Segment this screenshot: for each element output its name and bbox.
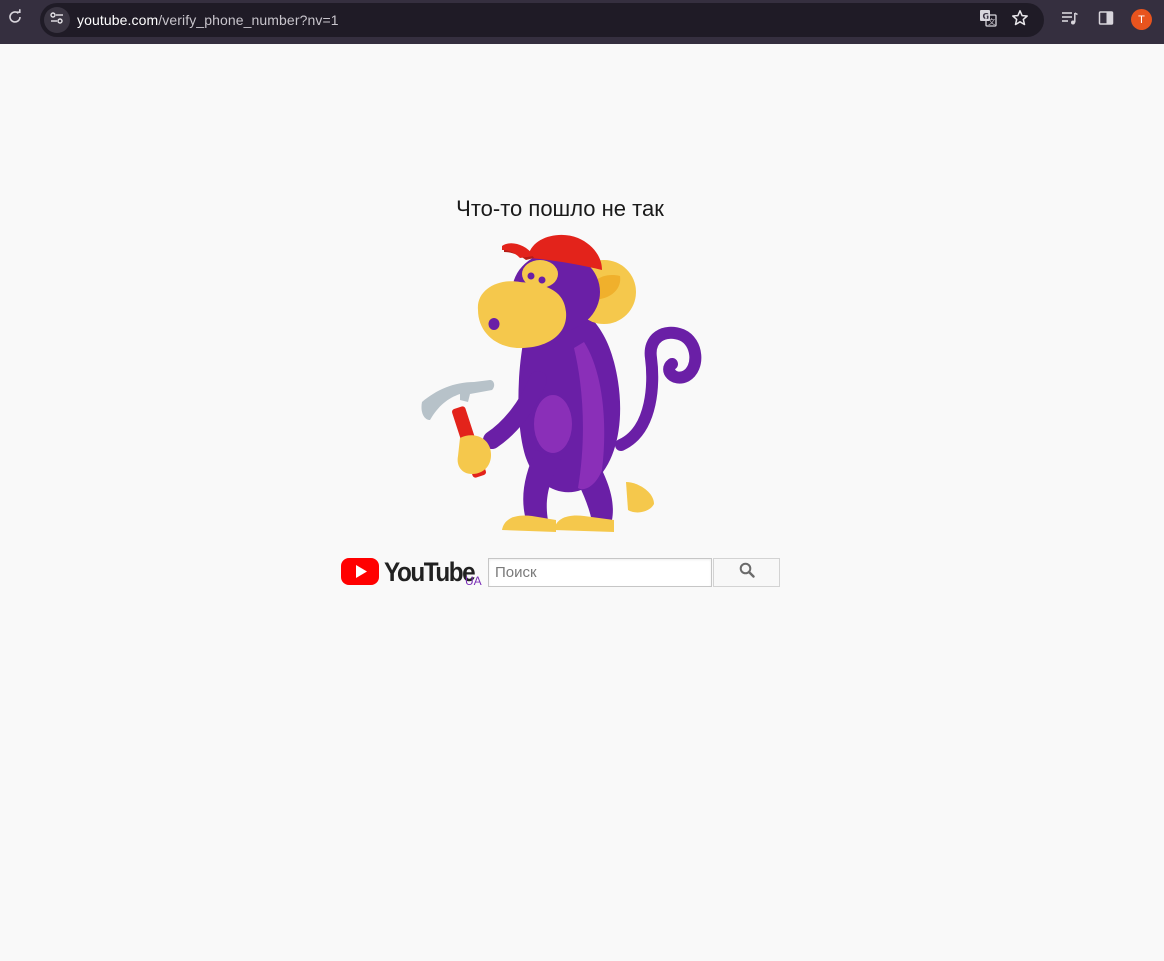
translate-button[interactable]: G 文 — [977, 9, 999, 31]
translate-icon: G 文 — [979, 9, 997, 32]
bookmark-star-icon — [1011, 9, 1029, 32]
youtube-wordmark: YouTube — [384, 557, 476, 587]
profile-avatar[interactable]: T — [1131, 9, 1152, 30]
youtube-play-icon — [340, 556, 380, 591]
side-panel-button[interactable] — [1095, 9, 1117, 31]
media-control-icon — [1061, 10, 1079, 31]
search-input[interactable] — [488, 558, 712, 587]
side-panel-icon — [1098, 10, 1114, 31]
reload-button[interactable] — [4, 8, 26, 30]
bookmark-button[interactable] — [1009, 9, 1031, 31]
youtube-logo[interactable]: YouTube UA — [340, 556, 484, 592]
media-control-button[interactable] — [1059, 9, 1081, 31]
site-info-button[interactable] — [44, 7, 70, 33]
url-host: youtube.com — [77, 12, 159, 28]
error-title: Что-то пошло не так — [456, 196, 664, 221]
country-code: UA — [465, 574, 482, 588]
site-info-icon — [49, 11, 65, 30]
address-bar[interactable]: youtube.com/verify_phone_number?nv=1 G 文 — [40, 3, 1044, 37]
url-text[interactable]: youtube.com/verify_phone_number?nv=1 — [77, 12, 339, 28]
url-path: /verify_phone_number?nv=1 — [158, 12, 339, 28]
reload-icon — [7, 8, 23, 30]
monkey-illustration — [416, 230, 706, 536]
search-button[interactable] — [713, 558, 780, 587]
search-icon — [739, 562, 755, 583]
svg-text:文: 文 — [988, 17, 995, 26]
browser-toolbar: youtube.com/verify_phone_number?nv=1 G 文 — [0, 0, 1164, 44]
